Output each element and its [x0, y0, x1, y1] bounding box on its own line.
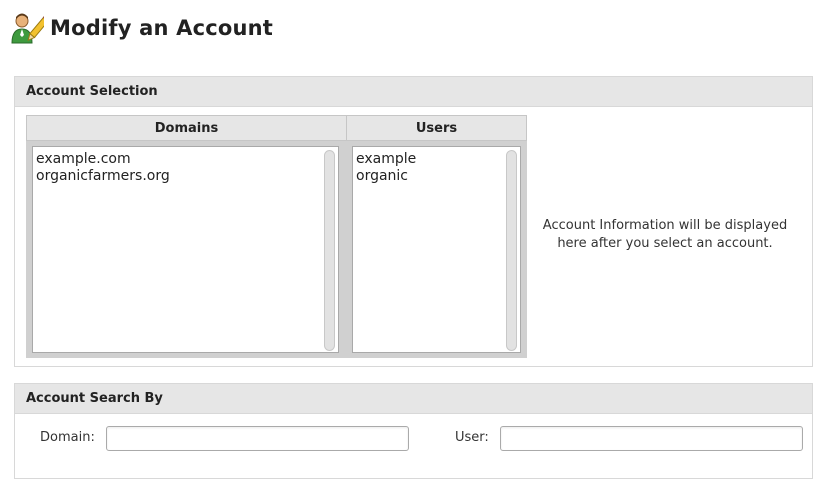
page-header: Modify an Account	[10, 10, 273, 46]
account-info-line: here after you select an account.	[557, 236, 773, 251]
users-scrollbar[interactable]	[506, 150, 517, 351]
users-column-header: Users	[346, 115, 527, 141]
account-info-placeholder: Account Information will be displayed he…	[535, 217, 795, 253]
domain-label: Domain:	[40, 430, 95, 445]
user-list-item[interactable]: organic	[353, 168, 520, 185]
page-title: Modify an Account	[50, 16, 274, 40]
account-selection-title: Account Selection	[15, 77, 812, 107]
user-search-input[interactable]	[500, 426, 803, 451]
domain-list-item[interactable]: example.com	[33, 151, 338, 168]
domains-column-header: Domains	[26, 115, 347, 141]
account-selection-panel: Account Selection Domains Users example.…	[14, 76, 813, 367]
users-list[interactable]: example organic	[352, 146, 521, 353]
account-info-line: Account Information will be displayed	[542, 218, 788, 233]
account-search-panel: Account Search By Domain: User:	[14, 383, 813, 479]
domain-list-item[interactable]: organicfarmers.org	[33, 168, 338, 185]
account-picker: Domains Users example.com organicfarmers…	[26, 115, 527, 358]
account-search-title: Account Search By	[15, 384, 812, 414]
user-list-item[interactable]: example	[353, 151, 520, 168]
user-label: User:	[455, 430, 489, 445]
user-edit-icon	[11, 13, 44, 44]
domains-list[interactable]: example.com organicfarmers.org	[32, 146, 339, 353]
domains-scrollbar[interactable]	[324, 150, 335, 351]
domain-search-input[interactable]	[106, 426, 409, 451]
